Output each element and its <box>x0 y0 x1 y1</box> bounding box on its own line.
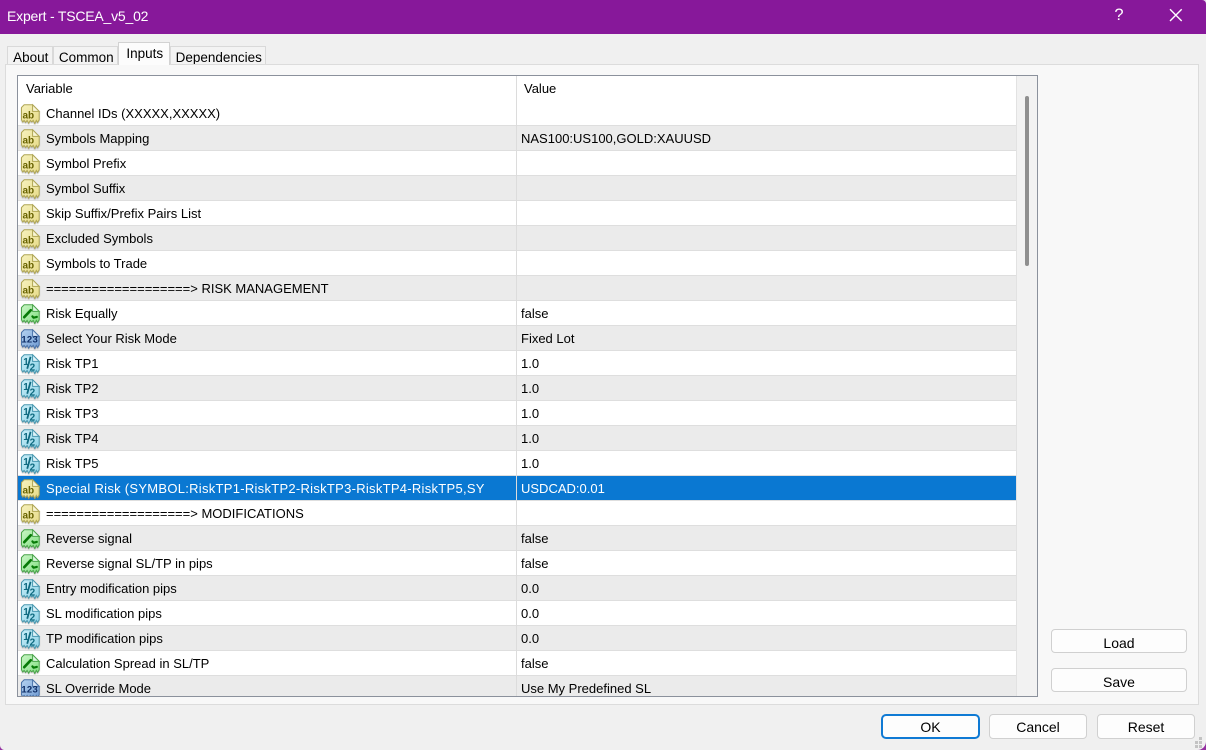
svg-text:2: 2 <box>29 587 35 598</box>
svg-text:2: 2 <box>29 412 35 423</box>
svg-text:ab: ab <box>22 160 34 171</box>
svg-text:2: 2 <box>29 437 35 448</box>
svg-text:ab: ab <box>22 235 34 246</box>
svg-text:2: 2 <box>29 637 35 648</box>
svg-text:2: 2 <box>29 362 35 373</box>
svg-text:ab: ab <box>22 185 34 196</box>
svg-text:ab: ab <box>22 260 34 271</box>
svg-text:123: 123 <box>21 684 38 695</box>
svg-text:ab: ab <box>22 210 34 221</box>
svg-text:2: 2 <box>29 387 35 398</box>
svg-text:2: 2 <box>29 462 35 473</box>
svg-text:ab: ab <box>22 285 34 296</box>
svg-text:ab: ab <box>22 110 34 121</box>
svg-text:2: 2 <box>29 612 35 623</box>
svg-text:123: 123 <box>21 334 38 345</box>
svg-text:ab: ab <box>22 485 34 496</box>
svg-text:ab: ab <box>22 510 34 521</box>
svg-text:ab: ab <box>22 135 34 146</box>
